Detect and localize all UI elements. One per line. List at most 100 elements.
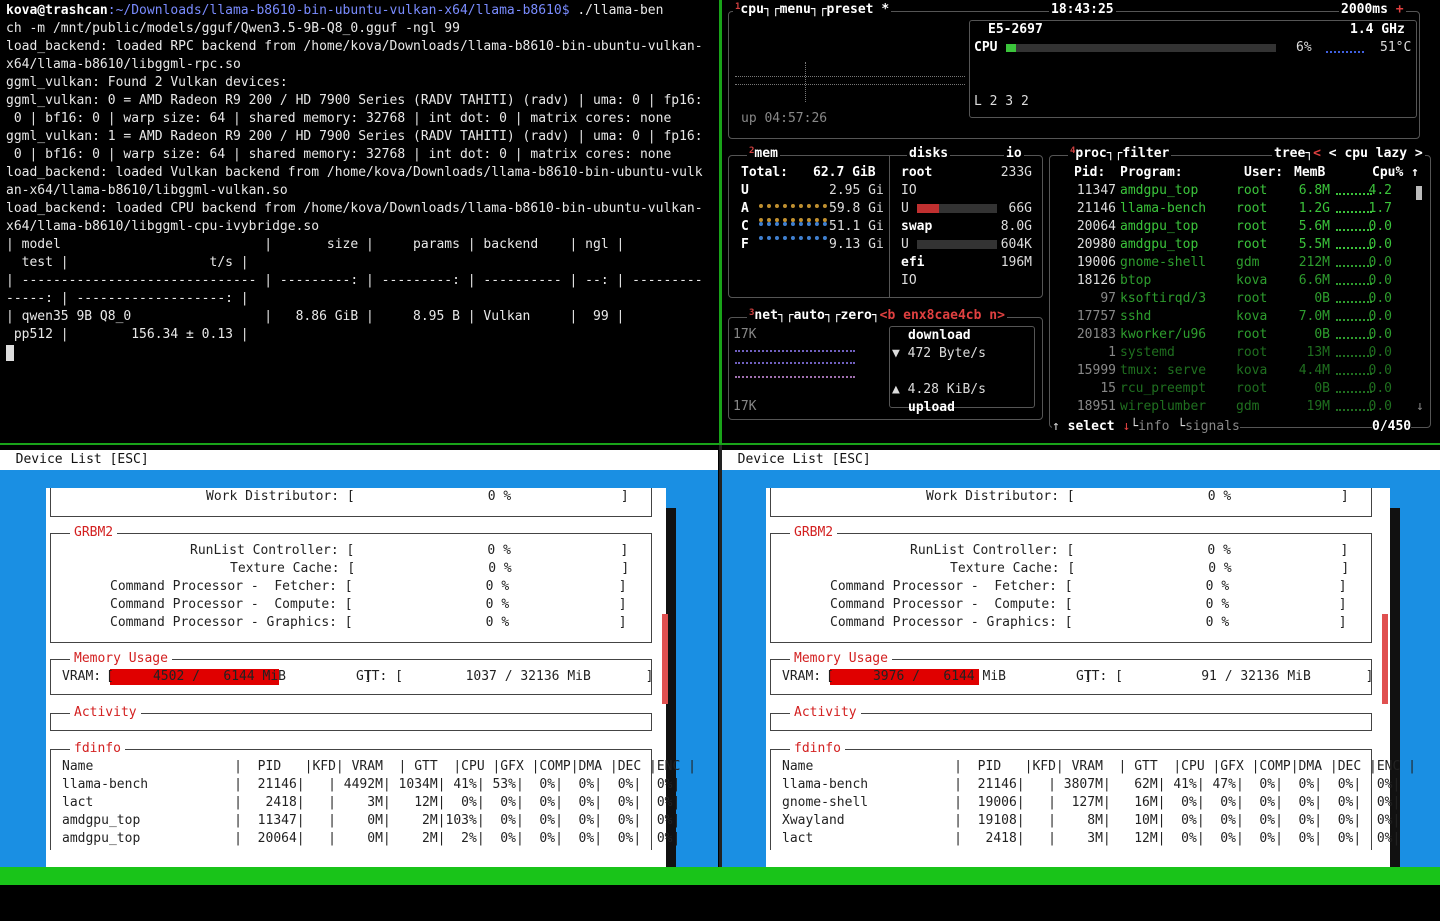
process-prog: llama-bench (1120, 201, 1207, 216)
cpu-box-tabs[interactable]: 1cpu┐┌menu┐┌preset * (733, 2, 892, 17)
process-pid: 20064 (1076, 219, 1116, 234)
fdinfo-row[interactable]: llama-bench | 21146| | 3807M| 62M| 41%| … (782, 776, 1400, 794)
btop-net-box: 3net┐┌auto┐┌zero┐<b enx8cae4cb n> 17K 17… (728, 308, 1043, 420)
tmux-status-bar: [1] 0:sudo* "trashcan" 18:43 02-Apr-26 (0, 867, 1440, 919)
tmux-status-right: "trashcan" 18:43 02-Apr-26 (1222, 904, 1426, 919)
fdinfo-row[interactable]: lact | 2418| | 3M| 12M| 0%| 0%| 0%| 0%| … (62, 794, 680, 812)
process-cpu-graph (1336, 301, 1372, 305)
mem-row-key: U (741, 183, 749, 198)
process-cpu-graph (1336, 247, 1372, 251)
process-cpu: 0.0 (1368, 399, 1392, 414)
btop-proc-box: 4proc┐┌filter tree┐< < cpu lazy > Pid: P… (1049, 146, 1431, 436)
proc-count: 0/450 (1372, 418, 1412, 436)
disk-row-key: U (901, 201, 909, 216)
cpu-refresh-rate[interactable]: 2000ms + (1339, 2, 1406, 17)
process-cpu: 1.7 (1368, 201, 1392, 216)
process-mem: 6.6M (1298, 273, 1330, 288)
process-user: root (1236, 219, 1268, 234)
process-prog: btop (1120, 273, 1152, 288)
activity-title: Activity (790, 704, 861, 722)
proc-header-mem[interactable]: MemB (1294, 164, 1325, 182)
terminal-output-line: load_backend: loaded Vulkan backend from… (6, 165, 703, 180)
fdinfo-title: fdinfo (70, 740, 125, 758)
disk-row-value: 233G (1000, 165, 1032, 180)
process-cpu: 0.0 (1368, 273, 1392, 288)
proc-footer: ↑ select ↓└info └signals (1052, 418, 1240, 436)
fdinfo-row[interactable]: lact | 2418| | 3M| 12M| 0%| 0%| 0%| 0%| … (782, 830, 1400, 848)
nvtop-scrollbar[interactable] (1382, 614, 1388, 704)
cpu-mini-graph (1326, 51, 1364, 56)
cpu-usage-meter (1006, 44, 1276, 52)
terminal-output-line: an-x64/llama-b8610/libggml-vulkan.so (6, 183, 288, 198)
process-pid: 97 (1100, 291, 1116, 306)
fdinfo-row[interactable]: gnome-shell | 19006| | 127M| 16M| 0%| 0%… (782, 794, 1400, 812)
prompt-command: ./llama-ben (569, 3, 664, 18)
tmux-window-list[interactable]: [1] 0:sudo* (6, 885, 92, 903)
terminal-prompt-line: kova@trashcan:~/Downloads/llama-b8610-bi… (6, 2, 718, 20)
process-prog: ksoftirqd/3 (1120, 291, 1207, 306)
fdinfo-header: Name | PID |KFD| VRAM | GTT |CPU |GFX |C… (782, 759, 1416, 774)
process-pid: 1 (1108, 345, 1116, 360)
proc-scrollbar[interactable] (1416, 186, 1422, 200)
grbm2-row: Texture Cache: [ 0 % ] (950, 561, 1350, 576)
io-toggle[interactable]: io (1004, 146, 1024, 161)
proc-header-pid[interactable]: Pid: (1074, 164, 1105, 182)
process-user: root (1236, 183, 1268, 198)
process-prog: gnome-shell (1120, 255, 1207, 270)
proc-tree-toggle[interactable]: tree┐< < cpu lazy > (1272, 146, 1425, 161)
process-mem: 7.0M (1298, 309, 1330, 324)
fdinfo-row[interactable]: amdgpu_top | 20064| | 0M| 2M| 2%| 0%| 0%… (62, 830, 680, 848)
nvtop-scrollbar[interactable] (662, 614, 668, 704)
process-pid: 20183 (1076, 327, 1116, 342)
fdinfo-row[interactable]: llama-bench | 21146| | 4492M| 1034M| 41%… (62, 776, 680, 794)
proc-box-tabs[interactable]: 4proc┐┌filter (1068, 146, 1172, 161)
mem-box-title[interactable]: 2mem (747, 146, 780, 161)
fdinfo-row[interactable]: amdgpu_top | 11347| | 0M| 2M|103%| 0%| 0… (62, 812, 680, 830)
proc-header-cpu[interactable]: Cpu% ↑ (1372, 164, 1419, 182)
terminal-output-line: ggml_vulkan: 1 = AMD Radeon R9 200 / HD … (6, 129, 703, 144)
proc-footer-select[interactable]: select (1068, 419, 1115, 434)
process-mem: 0B (1314, 291, 1330, 306)
process-cpu-graph (1336, 265, 1372, 269)
mem-row-value: 59.8 Gi (829, 201, 884, 216)
btop-cpu-box: 1cpu┐┌menu┐┌preset * 18:43:25 2000ms + u… (728, 2, 1420, 139)
terminal-output-line: 0 | bf16: 0 | warp size: 64 | shared mem… (6, 111, 672, 126)
pane-divider-vertical[interactable] (719, 0, 722, 444)
net-box-tabs[interactable]: 3net┐┌auto┐┌zero┐<b enx8cae4cb n> (747, 308, 1007, 323)
terminal-pane[interactable]: kova@trashcan:~/Downloads/llama-b8610-bi… (6, 2, 718, 362)
process-user: root (1236, 291, 1268, 306)
process-pid: 21146 (1076, 201, 1116, 216)
cpu-temperature: 51°C (1380, 40, 1412, 55)
process-cpu-graph (1336, 391, 1372, 395)
scroll-down-arrow[interactable]: ↓ (1416, 398, 1424, 416)
net-scale-top: 17K (733, 327, 757, 342)
terminal-output-line: | ------------------------------ | -----… (6, 273, 703, 288)
net-scale-bottom: 17K (733, 399, 757, 414)
process-cpu-graph (1336, 355, 1372, 359)
proc-header-program[interactable]: Program: (1120, 164, 1183, 182)
process-cpu-graph (1336, 337, 1372, 341)
grbm2-row: Command Processor - Fetcher: [ 0 % ] (110, 579, 627, 594)
process-prog: amdgpu_top (1120, 183, 1199, 198)
nvtop-left-header[interactable]: Device List [ESC] (0, 450, 718, 470)
disks-box-title[interactable]: disks (907, 146, 951, 161)
disk-usage-meter (917, 204, 997, 213)
disk-row-key: root (901, 165, 933, 180)
vram-value: [ 4502 / 6144 MiB ] (106, 669, 373, 684)
prompt-user: kova@trashcan (6, 3, 108, 18)
nvtop-right-header[interactable]: Device List [ESC] (722, 450, 1440, 470)
process-cpu-graph (1336, 373, 1372, 377)
proc-header-user[interactable]: User: (1244, 164, 1283, 182)
process-cpu: 0.0 (1368, 291, 1392, 306)
fdinfo-row[interactable]: Xwayland | 19108| | 8M| 10M| 0%| 0%| 0%|… (782, 812, 1400, 830)
cpu-percent: 6% (1296, 40, 1312, 55)
process-pid: 20980 (1076, 237, 1116, 252)
proc-footer-signals[interactable]: signals (1185, 419, 1240, 434)
process-mem: 6.8M (1298, 183, 1330, 198)
grbm2-title: GRBM2 (790, 524, 838, 542)
cpu-frequency: 1.4 GHz (1350, 22, 1405, 37)
proc-footer-info[interactable]: info (1138, 419, 1169, 434)
process-pid: 18126 (1076, 273, 1116, 288)
process-prog: amdgpu_top (1120, 219, 1199, 234)
process-cpu: 0.0 (1368, 327, 1392, 342)
